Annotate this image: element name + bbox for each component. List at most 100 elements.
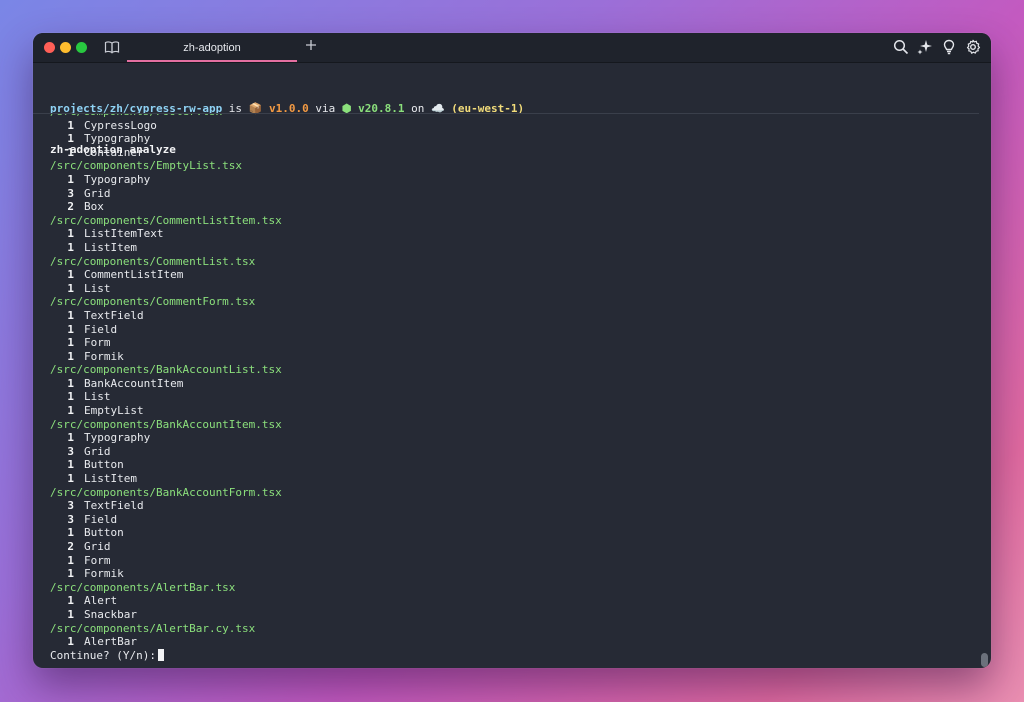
component-count: 1 (67, 145, 74, 159)
component-count: 1 (67, 240, 74, 254)
component-count-row: 1 Snackbar (50, 608, 282, 622)
file-path-line: /src/components/BankAccountItem.tsx (50, 417, 282, 431)
component-name: Button (84, 526, 124, 540)
component-name: Formik (84, 567, 124, 581)
title-bar: zh-adoption (33, 33, 991, 63)
component-name: Grid (84, 540, 111, 553)
component-count: 1 (67, 349, 74, 363)
component-count-row: 1 Field (50, 323, 282, 337)
component-count-row: 3 Grid (50, 445, 282, 459)
component-count: 1 (67, 308, 74, 322)
file-path-line: /src/components/EmptyList.tsx (50, 159, 243, 173)
component-count-row: 3 TextField (50, 499, 282, 513)
component-name: Grid (84, 186, 111, 200)
component-name: Alert (84, 594, 118, 608)
tab-title: zh-adoption (183, 41, 241, 54)
component-count: 1 (67, 118, 74, 132)
component-name: Container (84, 145, 144, 159)
component-name: CypressLogo (84, 118, 157, 132)
component-name: TextField (84, 308, 144, 322)
component-count-row: 1 Typography (50, 431, 282, 445)
component-count-row: 1 CommentListItem (50, 268, 282, 282)
component-name: ListItemText (84, 227, 164, 241)
scrollbar-thumb[interactable] (981, 653, 988, 667)
search-icon[interactable] (893, 39, 909, 55)
continue-prompt: Continue? (Y/n): (50, 648, 282, 663)
component-count-row: 1 BankAccountItem (50, 377, 282, 391)
component-count: 1 (67, 172, 74, 186)
component-count: 1 (67, 376, 74, 390)
component-count: 1 (67, 390, 74, 404)
component-name: AlertBar (84, 635, 137, 649)
component-name: Snackbar (84, 607, 137, 621)
component-name: Grid (84, 444, 111, 458)
component-count-row: 3 Grid (50, 187, 282, 201)
component-name: Field (84, 512, 118, 526)
component-count-row: 1 Container (50, 146, 282, 160)
component-count: 3 (67, 499, 74, 513)
component-count: 2 (67, 540, 74, 553)
text-cursor[interactable] (157, 648, 164, 661)
terminal-output[interactable]: /src/components/Footer.tsx1CypressLogo1T… (50, 114, 971, 664)
component-count: 3 (67, 186, 74, 200)
component-count-row: 1 Formik (50, 567, 282, 581)
gear-icon[interactable] (965, 39, 981, 55)
component-count-row: 1 Button (50, 458, 282, 472)
file-path-line: /src/components/BankAccountList.tsx (50, 363, 282, 377)
component-count: 1 (67, 526, 74, 540)
zoom-button[interactable] (76, 42, 87, 53)
component-count-row: 1 ListItem (50, 241, 282, 255)
file-path-line: /src/components/AlertBar.tsx (50, 580, 236, 594)
component-name: Formik (84, 349, 124, 363)
component-count: 1 (67, 431, 74, 445)
close-button[interactable] (44, 42, 55, 53)
file-path-line: /src/components/CommentListItem.tsx (50, 213, 282, 227)
book-icon[interactable] (104, 40, 120, 54)
component-count: 3 (67, 444, 74, 458)
component-count-row: 1 Alert (50, 594, 282, 608)
component-name: BankAccountItem (84, 376, 184, 390)
component-count-row: 1 ListItemText (50, 227, 282, 241)
component-count: 1 (67, 567, 74, 581)
component-count: 1 (67, 404, 74, 418)
component-count: 1 (67, 553, 74, 567)
component-name: Field (84, 322, 118, 336)
component-count-row: 2 Box (50, 200, 282, 214)
component-name: EmptyList (84, 404, 144, 418)
file-path-line: /src/components/CommentList.tsx (50, 254, 256, 268)
terminal-window: zh-adoption projects/zh/cypress-rw-app i… (33, 33, 991, 668)
lightbulb-icon[interactable] (941, 39, 957, 55)
component-count-row: 1 AlertBar (50, 635, 282, 649)
component-count-row: 1 ListItem (50, 472, 282, 486)
component-count: 3 (67, 512, 74, 526)
component-count-row: 1 TextField (50, 309, 282, 323)
component-count: 1 (67, 635, 74, 649)
component-count-row: 1 List (50, 390, 282, 404)
component-count-row: 1 Button (50, 526, 282, 540)
component-count-row: 1 Typography (50, 173, 282, 187)
component-count-row: 1 Formik (50, 350, 282, 364)
component-name: Typography (84, 172, 151, 186)
active-tab-indicator (127, 60, 297, 62)
component-count-row: 1 CypressLogo (50, 119, 282, 133)
toolbar-icons (893, 39, 981, 55)
minimize-button[interactable] (60, 42, 71, 53)
component-count: 1 (67, 132, 74, 146)
component-name: TextField (84, 499, 144, 513)
component-count: 1 (67, 607, 74, 621)
component-name: ListItem (84, 472, 137, 486)
output-lines: /src/components/Footer.tsx1CypressLogo1T… (50, 114, 282, 662)
file-path-line: /src/components/AlertBar.cy.tsx (50, 621, 256, 635)
component-name: Typography (84, 132, 151, 146)
component-count: 1 (67, 322, 74, 336)
tab-zh-adoption[interactable]: zh-adoption (127, 33, 297, 62)
component-count: 1 (67, 472, 74, 486)
component-count-row: 1 Form (50, 554, 282, 568)
sparkle-icon[interactable] (917, 39, 933, 55)
component-name: ListItem (84, 240, 137, 254)
component-name: List (84, 390, 111, 404)
component-name: Form (84, 336, 111, 350)
component-count: 2 (67, 200, 74, 214)
plus-icon[interactable] (305, 39, 317, 51)
component-count: 1 (67, 268, 74, 282)
